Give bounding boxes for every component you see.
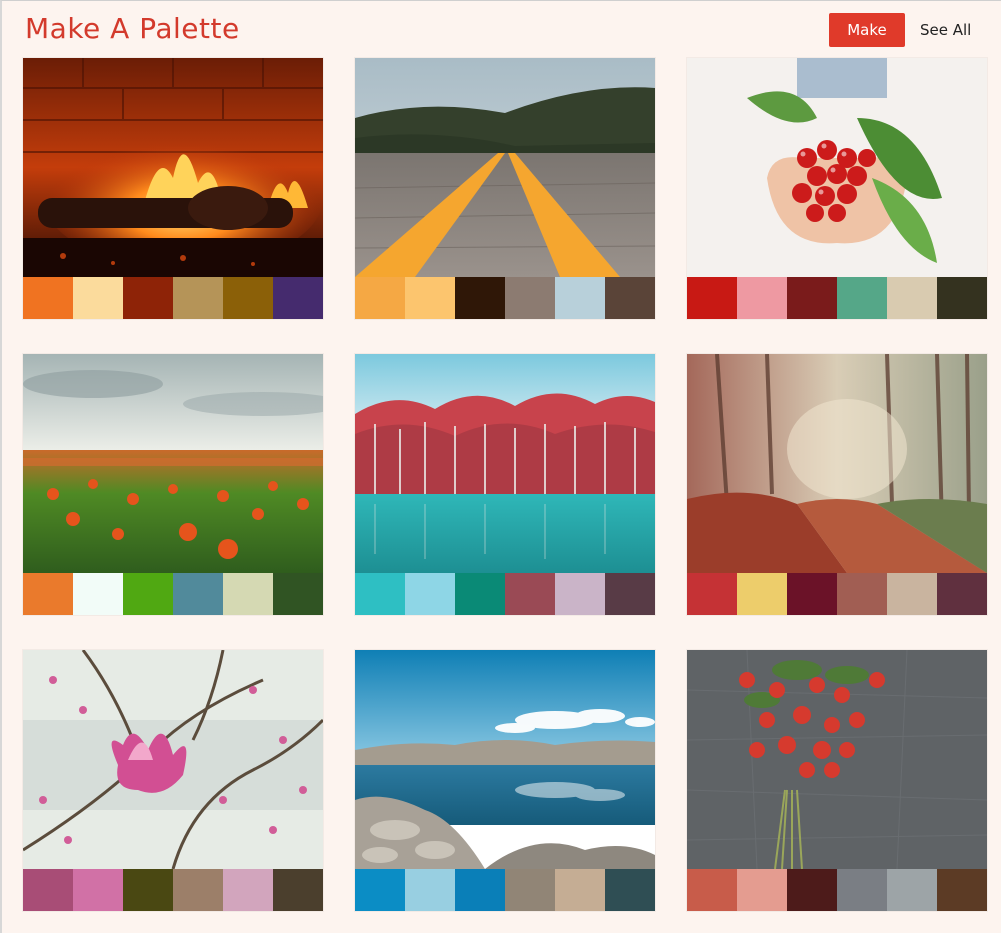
color-swatch[interactable] bbox=[223, 277, 273, 319]
color-swatch[interactable] bbox=[787, 869, 837, 911]
color-swatch[interactable] bbox=[73, 277, 123, 319]
color-swatch[interactable] bbox=[73, 573, 123, 615]
color-swatch[interactable] bbox=[787, 277, 837, 319]
color-swatch[interactable] bbox=[223, 573, 273, 615]
color-swatch[interactable] bbox=[737, 573, 787, 615]
color-swatch[interactable] bbox=[173, 573, 223, 615]
color-swatch[interactable] bbox=[123, 277, 173, 319]
color-swatches bbox=[355, 869, 655, 911]
color-swatches bbox=[355, 277, 655, 319]
color-swatch[interactable] bbox=[505, 573, 555, 615]
make-button[interactable]: Make bbox=[829, 13, 905, 47]
color-swatch[interactable] bbox=[887, 869, 937, 911]
color-swatch[interactable] bbox=[273, 573, 323, 615]
color-swatch[interactable] bbox=[605, 277, 655, 319]
color-swatch[interactable] bbox=[687, 573, 737, 615]
color-swatch[interactable] bbox=[605, 573, 655, 615]
palette-photo-fireplace bbox=[23, 58, 323, 277]
palette-card[interactable] bbox=[355, 650, 655, 911]
color-swatch[interactable] bbox=[887, 277, 937, 319]
palette-card[interactable] bbox=[687, 58, 987, 319]
color-swatch[interactable] bbox=[887, 573, 937, 615]
color-swatches bbox=[355, 573, 655, 615]
page-title: Make A Palette bbox=[25, 12, 240, 45]
color-swatch[interactable] bbox=[787, 573, 837, 615]
color-swatch[interactable] bbox=[23, 573, 73, 615]
color-swatch[interactable] bbox=[505, 277, 555, 319]
palette-card[interactable] bbox=[23, 58, 323, 319]
header: Make A Palette Make See All bbox=[2, 1, 1001, 57]
color-swatch[interactable] bbox=[737, 277, 787, 319]
color-swatch[interactable] bbox=[455, 869, 505, 911]
color-swatch[interactable] bbox=[837, 869, 887, 911]
palette-photo-magnolia bbox=[23, 650, 323, 869]
color-swatch[interactable] bbox=[605, 869, 655, 911]
color-swatch[interactable] bbox=[555, 869, 605, 911]
palette-card[interactable] bbox=[23, 650, 323, 911]
color-swatch[interactable] bbox=[455, 277, 505, 319]
color-swatch[interactable] bbox=[737, 869, 787, 911]
palette-grid bbox=[23, 58, 989, 911]
color-swatch[interactable] bbox=[455, 573, 505, 615]
palette-photo-lake-rocks bbox=[355, 650, 655, 869]
palette-card[interactable] bbox=[687, 354, 987, 615]
color-swatch[interactable] bbox=[355, 277, 405, 319]
color-swatches bbox=[23, 277, 323, 319]
palette-photo-road bbox=[355, 58, 655, 277]
color-swatch[interactable] bbox=[405, 869, 455, 911]
color-swatch[interactable] bbox=[937, 573, 987, 615]
color-swatch[interactable] bbox=[173, 277, 223, 319]
color-swatch[interactable] bbox=[173, 869, 223, 911]
color-swatch[interactable] bbox=[505, 869, 555, 911]
color-swatch[interactable] bbox=[355, 869, 405, 911]
color-swatch[interactable] bbox=[555, 277, 605, 319]
palette-card[interactable] bbox=[355, 354, 655, 615]
palette-photo-lake-trees bbox=[355, 354, 655, 573]
color-swatches bbox=[23, 869, 323, 911]
color-swatch[interactable] bbox=[687, 277, 737, 319]
app-page: Make A Palette Make See All bbox=[0, 0, 1001, 933]
color-swatch[interactable] bbox=[937, 277, 987, 319]
color-swatch[interactable] bbox=[223, 869, 273, 911]
color-swatch[interactable] bbox=[555, 573, 605, 615]
see-all-link[interactable]: See All bbox=[920, 20, 971, 40]
color-swatch[interactable] bbox=[937, 869, 987, 911]
color-swatch[interactable] bbox=[837, 277, 887, 319]
color-swatch[interactable] bbox=[123, 869, 173, 911]
color-swatch[interactable] bbox=[405, 573, 455, 615]
color-swatch[interactable] bbox=[123, 573, 173, 615]
color-swatch[interactable] bbox=[837, 573, 887, 615]
palette-card[interactable] bbox=[687, 650, 987, 911]
palette-photo-strawberries bbox=[687, 650, 987, 869]
color-swatch[interactable] bbox=[23, 277, 73, 319]
palette-photo-cherries bbox=[687, 58, 987, 277]
color-swatches bbox=[687, 277, 987, 319]
color-swatch[interactable] bbox=[73, 869, 123, 911]
color-swatch[interactable] bbox=[23, 869, 73, 911]
color-swatch[interactable] bbox=[273, 277, 323, 319]
palette-card[interactable] bbox=[355, 58, 655, 319]
color-swatch[interactable] bbox=[273, 869, 323, 911]
color-swatch[interactable] bbox=[405, 277, 455, 319]
color-swatch[interactable] bbox=[687, 869, 737, 911]
color-swatches bbox=[687, 869, 987, 911]
color-swatch[interactable] bbox=[355, 573, 405, 615]
color-swatches bbox=[687, 573, 987, 615]
palette-card[interactable] bbox=[23, 354, 323, 615]
color-swatches bbox=[23, 573, 323, 615]
palette-photo-poppies bbox=[23, 354, 323, 573]
palette-photo-forest bbox=[687, 354, 987, 573]
